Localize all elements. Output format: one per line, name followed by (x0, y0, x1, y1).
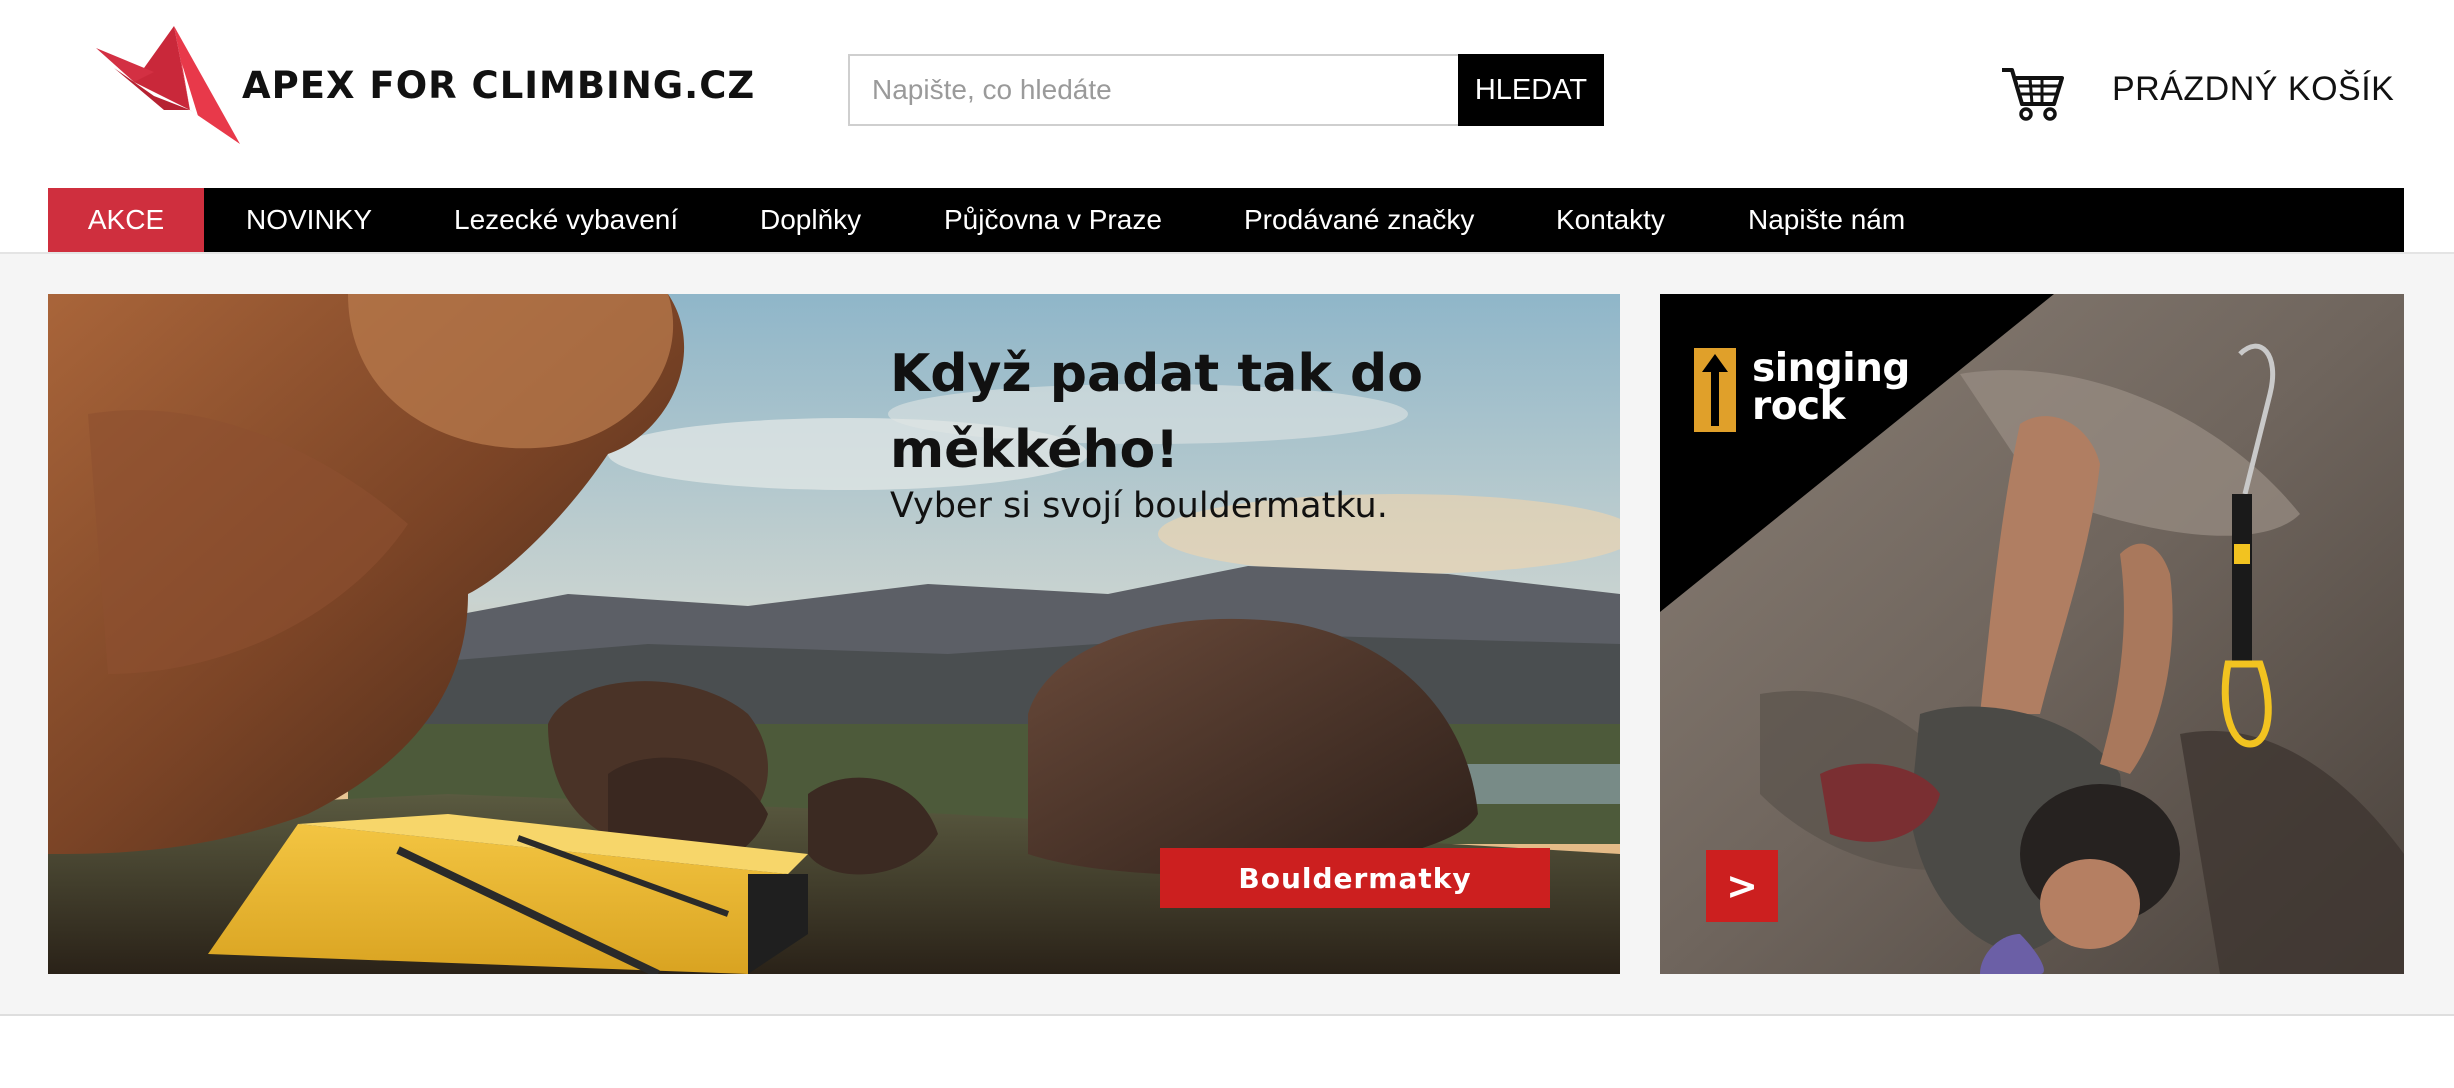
nav-item-prodavane-znacky[interactable]: Prodávané značky (1244, 188, 1474, 252)
nav-item-lezecke-vybaveni[interactable]: Lezecké vybavení (454, 188, 678, 252)
nav-item-akce[interactable]: AKCE (48, 188, 204, 252)
singing-rock-mark-icon (1694, 348, 1736, 432)
section-divider (0, 1014, 2454, 1016)
brand-line-2: rock (1752, 384, 1846, 429)
nav-item-doplnky[interactable]: Doplňky (760, 188, 861, 252)
hero-subtitle: Vyber si svojí bouldermatku. (890, 486, 1388, 526)
singing-rock-banner[interactable]: singing rock > (1660, 294, 2404, 974)
hero-banner[interactable]: Když padat tak do měkkého! Vyber si svoj… (48, 294, 1620, 974)
apex-logo-icon (96, 26, 240, 144)
bouldermatky-button[interactable]: Bouldermatky (1160, 848, 1550, 908)
cart-label: PRÁZDNÝ KOŠÍK (2112, 70, 2395, 108)
site-logo[interactable]: APEX FOR CLIMBING.CZ (94, 24, 754, 146)
nav-item-kontakty[interactable]: Kontakty (1556, 188, 1665, 252)
logo-text: APEX FOR CLIMBING.CZ (242, 64, 756, 107)
nav-item-pujcovna[interactable]: Půjčovna v Praze (944, 188, 1162, 252)
brand-name: singing rock (1752, 346, 1910, 429)
search-button[interactable]: HLEDAT (1458, 54, 1604, 126)
main-navigation: AKCE NOVINKY Lezecké vybavení Doplňky Pů… (48, 188, 2404, 252)
hero-title: Když padat tak do měkkého! (890, 344, 1423, 480)
next-arrow-button[interactable]: > (1706, 850, 1778, 922)
search-input[interactable] (848, 54, 1458, 126)
brand-line-1: singing (1752, 346, 1910, 391)
promo-section: Když padat tak do měkkého! Vyber si svoj… (0, 254, 2454, 1014)
site-header: APEX FOR CLIMBING.CZ HLEDAT PRÁZDNÝ KOŠÍ… (0, 0, 2454, 188)
nav-item-napiste-nam[interactable]: Napište nám (1748, 188, 1905, 252)
shopping-cart-icon (2002, 68, 2064, 121)
nav-item-novinky[interactable]: NOVINKY (246, 188, 372, 252)
singing-rock-logo: singing rock (1694, 348, 1954, 438)
